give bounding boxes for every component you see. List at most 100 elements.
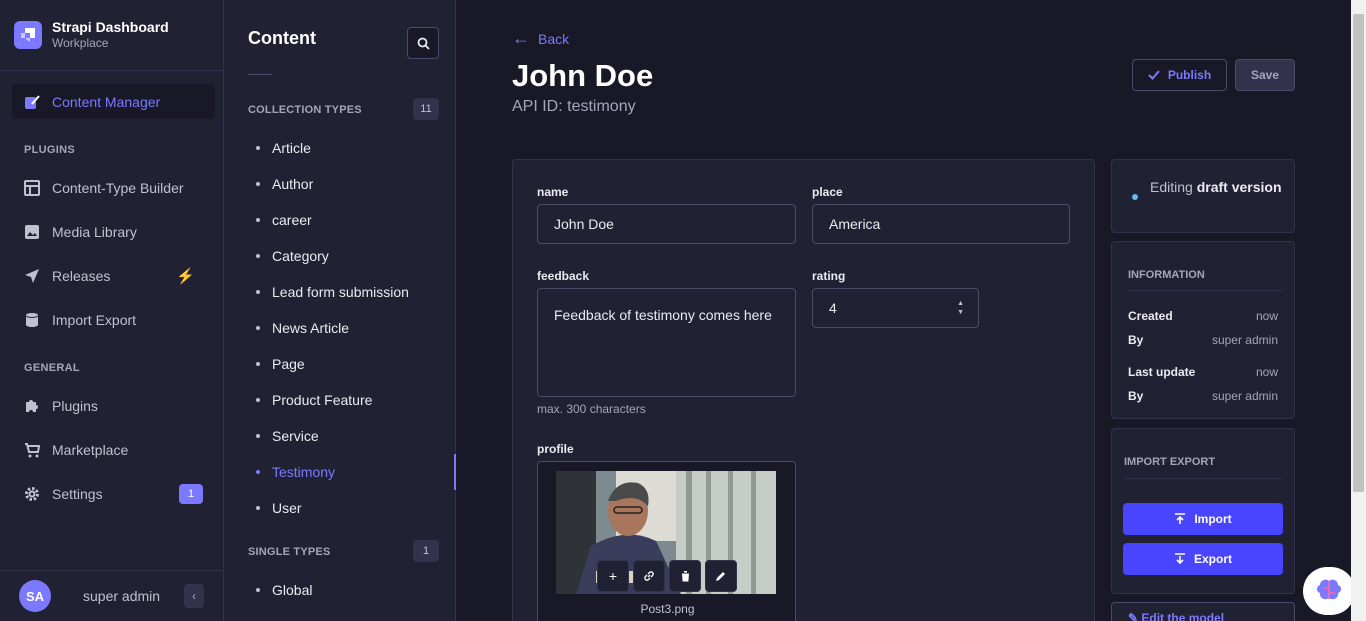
info-row-created: Created now — [1128, 309, 1278, 323]
subnav-search-button[interactable] — [407, 27, 439, 59]
media-actions: + — [597, 560, 737, 592]
scrollbar-thumb[interactable] — [1353, 14, 1364, 492]
stepper-arrows[interactable]: ▲ ▼ — [957, 300, 964, 316]
status-panel: Editing draft version — [1111, 159, 1295, 233]
single-item-global[interactable]: Global — [256, 582, 312, 598]
brand-header: Strapi Dashboard Workplace — [0, 0, 223, 71]
settings-notification-badge: 1 — [179, 484, 203, 504]
rating-stepper[interactable]: 4 ▲ ▼ — [812, 288, 979, 328]
collection-item-page[interactable]: Page — [256, 356, 305, 372]
strapi-logo-icon — [14, 21, 42, 49]
nav-item-content-type-builder[interactable]: Content-Type Builder — [12, 170, 215, 205]
arrow-left-icon: ← — [512, 28, 530, 48]
nav-label: Marketplace — [52, 441, 129, 458]
assistant-brain-icon[interactable] — [1303, 567, 1355, 615]
lightning-icon: ⚡ — [176, 268, 195, 285]
profile-label: profile — [537, 442, 574, 456]
nav-item-content-manager[interactable]: Content Manager — [12, 84, 215, 119]
collection-item-testimony[interactable]: Testimony — [256, 464, 335, 480]
api-id: API ID: testimony — [512, 98, 636, 115]
collapse-nav-button[interactable]: ‹ — [184, 584, 204, 608]
layout-icon — [24, 179, 40, 196]
nav-section-plugins: PLUGINS — [24, 144, 75, 156]
user-name: super admin — [83, 588, 161, 604]
edit-form: name John Doe place America feedback Fee… — [512, 159, 1095, 621]
nav-item-media-library[interactable]: Media Library — [12, 214, 215, 249]
nav-label: Media Library — [52, 223, 137, 240]
name-field[interactable]: John Doe — [537, 204, 796, 244]
pencil-icon: ✎ — [1128, 611, 1142, 621]
nav-item-plugins[interactable]: Plugins — [12, 388, 215, 423]
edit-model-link[interactable]: ✎ Edit the model — [1111, 602, 1295, 621]
single-types-count: 1 — [413, 540, 439, 562]
collection-item-product-feature[interactable]: Product Feature — [256, 392, 372, 408]
divider — [1124, 478, 1282, 479]
nav-item-settings[interactable]: Settings 1 — [12, 476, 215, 511]
divider — [248, 74, 272, 75]
collection-types-count: 11 — [413, 98, 439, 120]
chevron-left-icon: ‹ — [192, 589, 196, 603]
avatar: SA — [19, 580, 51, 612]
rating-value: 4 — [829, 300, 837, 316]
nav-item-releases[interactable]: Releases ⚡ — [12, 258, 215, 293]
chevron-up-icon[interactable]: ▲ — [957, 300, 964, 307]
collection-item-category[interactable]: Category — [256, 248, 329, 264]
nav-label: Import Export — [52, 311, 137, 328]
image-icon — [24, 224, 40, 240]
rating-label: rating — [812, 269, 846, 283]
collection-item-career[interactable]: career — [256, 212, 312, 228]
save-button[interactable]: Save — [1235, 59, 1295, 91]
pencil-icon[interactable] — [705, 560, 737, 592]
import-export-heading: IMPORT EXPORT — [1124, 456, 1216, 468]
link-icon[interactable] — [633, 560, 665, 592]
upload-icon — [1175, 513, 1186, 524]
import-button[interactable]: Import — [1123, 503, 1283, 535]
page-scrollbar[interactable] — [1351, 0, 1366, 621]
nav-section-general: GENERAL — [24, 362, 80, 374]
export-button[interactable]: Export — [1123, 543, 1283, 575]
feedback-textarea[interactable]: Feedback of testimony comes here — [537, 288, 796, 397]
name-label: name — [537, 185, 569, 199]
divider — [1128, 290, 1282, 291]
check-icon — [1148, 70, 1160, 80]
user-profile[interactable]: SA super admin ‹ — [0, 570, 224, 621]
collection-item-service[interactable]: Service — [256, 428, 319, 444]
trash-icon[interactable] — [669, 560, 701, 592]
info-row-last-update: Last update now — [1128, 365, 1278, 379]
paper-plane-icon — [24, 268, 40, 284]
collection-item-article[interactable]: Article — [256, 140, 311, 156]
collection-types-heading[interactable]: COLLECTION TYPES — [248, 104, 362, 116]
profile-file-name: Post3.png — [640, 602, 695, 616]
back-label: Back — [538, 30, 570, 47]
profile-media-field[interactable]: + Post3.png — [537, 461, 796, 621]
nav-label: Plugins — [52, 397, 98, 414]
add-icon[interactable]: + — [597, 560, 629, 592]
information-panel: INFORMATION Created now By super admin L… — [1111, 241, 1295, 419]
chevron-down-icon[interactable]: ▼ — [957, 309, 964, 316]
nav-label: Releases — [52, 267, 111, 284]
feedback-hint: max. 300 characters — [537, 402, 646, 416]
status-dot — [1132, 194, 1138, 200]
place-field[interactable]: America — [812, 204, 1070, 244]
nav-label: Settings — [52, 485, 103, 502]
brand-title: Strapi Dashboard — [52, 19, 169, 35]
publish-button[interactable]: Publish — [1132, 59, 1227, 91]
search-icon — [417, 37, 430, 50]
publish-label: Publish — [1167, 68, 1212, 82]
status-text: Editing draft version — [1150, 177, 1290, 197]
single-types-heading[interactable]: SINGLE TYPES — [248, 546, 330, 558]
shopping-cart-icon — [24, 442, 40, 458]
place-label: place — [812, 185, 843, 199]
collection-item-user[interactable]: User — [256, 500, 302, 516]
collection-item-lead-form-submission[interactable]: Lead form submission — [256, 284, 409, 300]
page-title: John Doe — [512, 58, 654, 93]
feedback-label: feedback — [537, 269, 590, 283]
collection-item-news-article[interactable]: News Article — [256, 320, 349, 336]
back-link[interactable]: ← Back — [512, 28, 569, 49]
subnav-title: Content — [248, 28, 316, 48]
download-icon — [1174, 553, 1185, 565]
import-export-panel: IMPORT EXPORT Import Export — [1111, 428, 1295, 594]
collection-item-author[interactable]: Author — [256, 176, 313, 192]
nav-item-marketplace[interactable]: Marketplace — [12, 432, 215, 467]
nav-item-import-export[interactable]: Import Export — [12, 302, 215, 337]
